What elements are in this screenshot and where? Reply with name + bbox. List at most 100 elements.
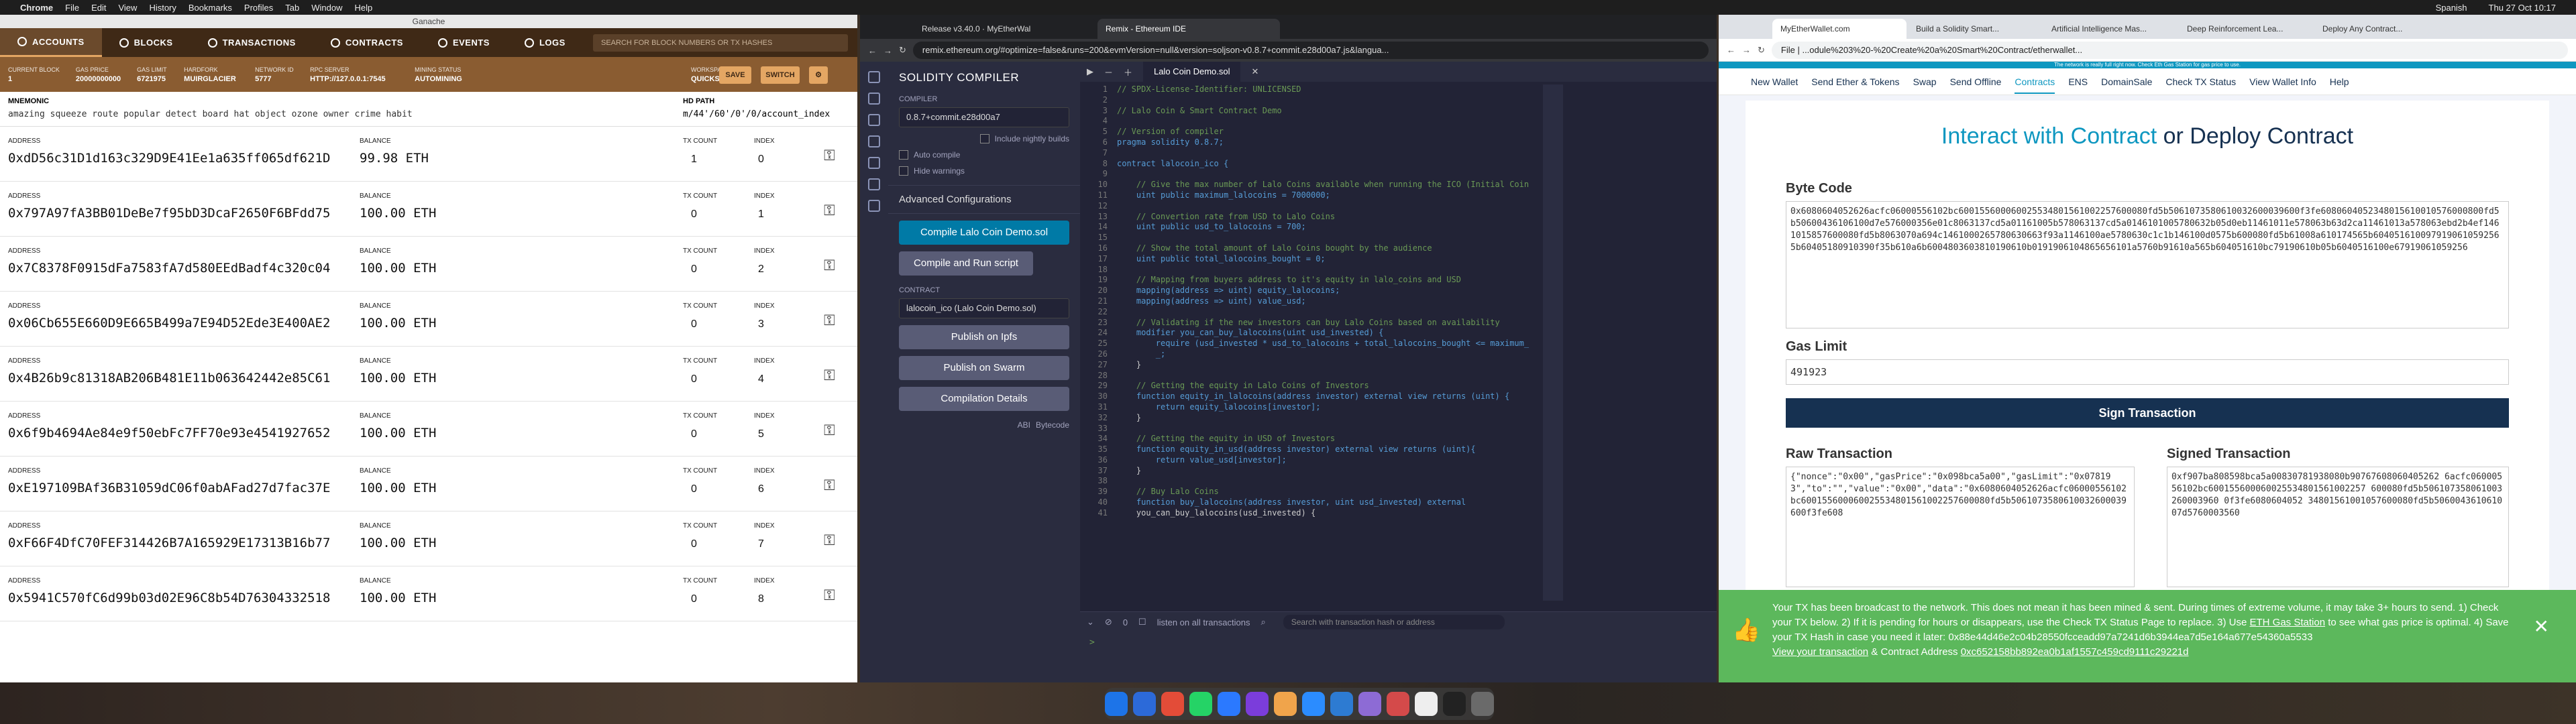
tab-remix[interactable]: Remix - Ethereum IDE — [1097, 19, 1280, 39]
nav-item[interactable]: Swap — [1913, 76, 1937, 87]
back-icon[interactable]: ← — [1727, 45, 1735, 55]
reload-icon[interactable]: ↻ — [1758, 45, 1765, 56]
signed-tx-textarea[interactable]: 0xf907ba808598bca5a00830781938080b907676… — [2167, 467, 2509, 587]
nav-item[interactable]: Contracts — [2015, 76, 2055, 94]
clear-icon[interactable]: ⊘ — [1105, 617, 1112, 627]
code-line[interactable]: 1 // SPDX-License-Identifier: UNLICENSED — [1080, 84, 1563, 95]
raw-tx-textarea[interactable]: {"nonce":"0x00","gasPrice":"0x098bca5a00… — [1786, 467, 2135, 587]
compile-button[interactable]: Compile Lalo Coin Demo.sol — [899, 221, 1069, 245]
trash-icon[interactable] — [1471, 692, 1494, 716]
tab-release[interactable]: Release v3.40.0 · MyEtherWal — [914, 19, 1096, 39]
code-line[interactable]: 40 function buy_lalocoins(address invest… — [1080, 497, 1563, 508]
remix-logo-icon[interactable] — [868, 71, 880, 83]
menu-window[interactable]: Window — [311, 3, 342, 13]
compilation-details-button[interactable]: Compilation Details — [899, 387, 1069, 411]
code-line[interactable]: 13 // Convertion rate from USD to Lalo C… — [1080, 212, 1563, 223]
file-explorer-icon[interactable] — [868, 93, 880, 105]
nav-logs[interactable]: LOGS — [507, 28, 583, 57]
tab-mew[interactable]: MyEtherWallet.com — [1772, 19, 1907, 39]
key-icon[interactable]: ⚿ — [824, 532, 835, 549]
close-icon[interactable]: ✕ — [2534, 615, 2549, 638]
whatsapp-icon[interactable] — [1189, 692, 1212, 716]
bytecode-textarea[interactable]: 0x6080604052626acfc06000556102bc60015560… — [1786, 201, 2509, 328]
menu-edit[interactable]: Edit — [91, 3, 106, 13]
code-line[interactable]: 11 uint public maximum_lalocoins = 70000… — [1080, 190, 1563, 201]
code-line[interactable]: 36 return value_usd[investor]; — [1080, 455, 1563, 466]
deploy-icon[interactable] — [868, 157, 880, 169]
nav-accounts[interactable]: ACCOUNTS — [0, 28, 102, 57]
code-line[interactable]: 19 // Mapping from buyers address to it'… — [1080, 275, 1563, 286]
nav-item[interactable]: Help — [2330, 76, 2349, 87]
code-line[interactable]: 32 } — [1080, 413, 1563, 424]
search-icon[interactable] — [868, 114, 880, 126]
app-icon-2[interactable] — [1387, 692, 1409, 716]
code-line[interactable]: 37 } — [1080, 466, 1563, 477]
code-line[interactable]: 20 mapping(address => uint) equity_laloc… — [1080, 286, 1563, 296]
code-line[interactable]: 16 // Show the total amount of Lalo Coin… — [1080, 243, 1563, 254]
input-source[interactable]: Spanish — [2436, 3, 2467, 13]
code-line[interactable]: 5 // Version of compiler — [1080, 127, 1563, 137]
terminal-search-input[interactable]: Search with transaction hash or address — [1283, 615, 1505, 629]
account-row[interactable]: ADDRESS BALANCE TX COUNT INDEX 0x5941C570fC6… — [0, 566, 857, 621]
account-row[interactable]: ADDRESS BALANCE TX COUNT INDEX 0xE197109BAf3… — [0, 457, 857, 511]
nav-transactions[interactable]: TRANSACTIONS — [191, 28, 313, 57]
sign-transaction-button[interactable]: Sign Transaction — [1786, 398, 2509, 428]
key-icon[interactable]: ⚿ — [824, 257, 835, 274]
menu-help[interactable]: Help — [355, 3, 373, 13]
menu-file[interactable]: File — [65, 3, 79, 13]
key-icon[interactable]: ⚿ — [824, 367, 835, 384]
tab-ai[interactable]: Artificial Intelligence Mas... — [2043, 19, 2178, 39]
publish-swarm-button[interactable]: Publish on Swarm — [899, 356, 1069, 380]
publish-ipfs-button[interactable]: Publish on Ipfs — [899, 325, 1069, 349]
nav-item[interactable]: New Wallet — [1751, 76, 1798, 87]
code-line[interactable]: 38 — [1080, 476, 1563, 487]
nightly-checkbox[interactable]: Include nightly builds — [888, 134, 1080, 143]
finder-icon[interactable] — [1105, 692, 1128, 716]
listen-checkbox[interactable]: ☐ — [1138, 617, 1146, 627]
ganache-icon[interactable] — [1274, 692, 1297, 716]
code-line[interactable]: 29 // Getting the equity in Lalo Coins o… — [1080, 381, 1563, 391]
code-line[interactable]: 12 — [1080, 201, 1563, 212]
key-icon[interactable]: ⚿ — [824, 587, 835, 604]
menu-view[interactable]: View — [118, 3, 137, 13]
close-icon[interactable]: ✕ — [1251, 66, 1258, 77]
code-line[interactable]: 39 // Buy Lalo Coins — [1080, 487, 1563, 497]
terminal-prompt[interactable]: > — [1080, 632, 1717, 653]
code-line[interactable]: 34 // Getting the equity in USD of Inves… — [1080, 434, 1563, 444]
account-row[interactable]: ADDRESS BALANCE TX COUNT INDEX 0x06Cb655E660… — [0, 292, 857, 347]
compile-and-run-button[interactable]: Compile and Run script — [899, 251, 1033, 276]
code-lines[interactable]: 1 // SPDX-License-Identifier: UNLICENSED 2… — [1080, 84, 1563, 601]
run-icon[interactable]: ▶ — [1087, 66, 1093, 77]
code-line[interactable]: 31 return equity_lalocoins[investor]; — [1080, 402, 1563, 413]
vscode-icon[interactable] — [1330, 692, 1353, 716]
code-line[interactable]: 17 uint public total_lalocoins_bought = … — [1080, 254, 1563, 265]
key-icon[interactable]: ⚿ — [824, 477, 835, 494]
app-icon[interactable] — [1358, 692, 1381, 716]
code-line[interactable]: 8 contract lalocoin_ico { — [1080, 159, 1563, 170]
auto-compile-checkbox[interactable]: Auto compile — [888, 150, 1080, 160]
code-line[interactable]: 3 // Lalo Coin & Smart Contract Demo — [1080, 106, 1563, 117]
tab-build-contract[interactable]: Build a Solidity Smart... — [1908, 19, 2042, 39]
eth-gas-station-link[interactable]: ETH Gas Station — [2250, 617, 2326, 628]
nav-contracts[interactable]: CONTRACTS — [313, 28, 421, 57]
abi-copy-button[interactable]: ABI — [1018, 420, 1030, 430]
nav-item[interactable]: Send Offline — [1950, 76, 2002, 87]
advanced-configurations[interactable]: Advanced Configurations — [888, 185, 1080, 214]
account-row[interactable]: ADDRESS BALANCE TX COUNT INDEX 0xdD56c31D1d1… — [0, 127, 857, 182]
key-icon[interactable]: ⚿ — [824, 422, 835, 439]
contract-address-link[interactable]: 0xc652158bb892ea0b1af1557c459cd9111c2922… — [1961, 646, 2189, 658]
code-line[interactable]: 2 — [1080, 95, 1563, 106]
bytecode-copy-button[interactable]: Bytecode — [1036, 420, 1069, 430]
interact-link[interactable]: Interact with Contract — [1941, 123, 2157, 149]
zoom-icon[interactable] — [1302, 692, 1325, 716]
compiler-icon[interactable] — [868, 135, 880, 147]
menu-bookmarks[interactable]: Bookmarks — [189, 3, 232, 13]
code-line[interactable]: 7 — [1080, 148, 1563, 159]
code-line[interactable]: 18 — [1080, 265, 1563, 276]
tab-deploy-contract[interactable]: Deploy Any Contract... — [2314, 19, 2449, 39]
key-icon[interactable]: ⚿ — [824, 202, 835, 219]
compiler-version-select[interactable]: 0.8.7+commit.e28d00a7 — [899, 107, 1069, 127]
file-tab[interactable]: Lalo Coin Demo.sol — [1143, 62, 1241, 82]
save-button[interactable]: SAVE — [719, 66, 751, 84]
chrome-icon[interactable] — [1161, 692, 1184, 716]
